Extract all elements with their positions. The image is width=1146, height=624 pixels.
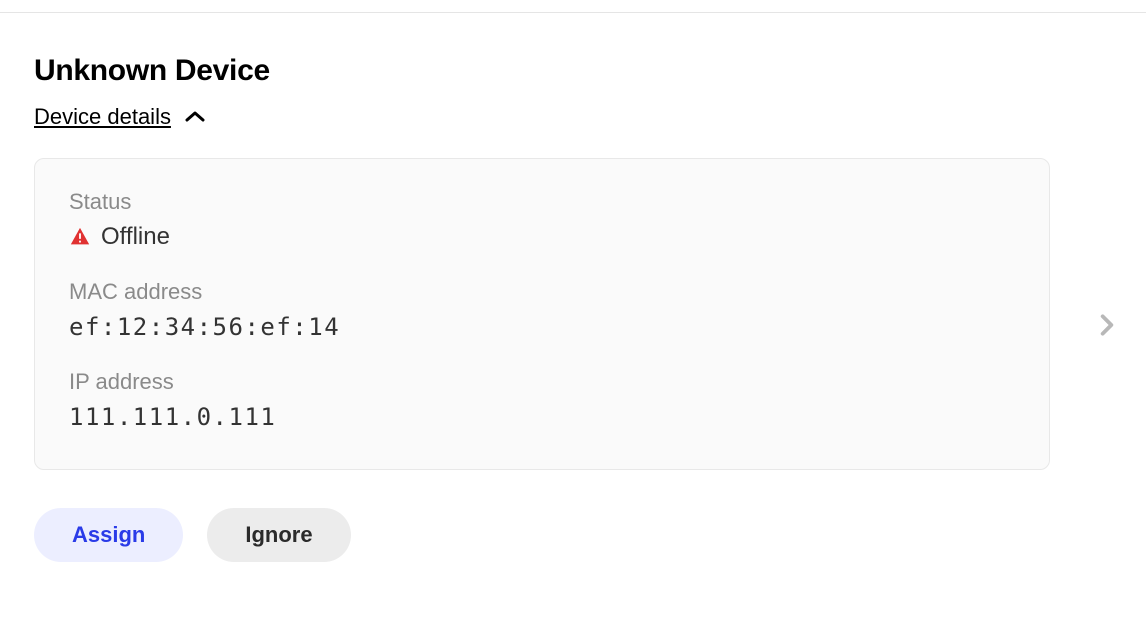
ip-value: 111.111.0.111: [69, 403, 1015, 431]
action-buttons: Assign Ignore: [34, 508, 1112, 562]
mac-label: MAC address: [69, 279, 1015, 305]
status-label: Status: [69, 189, 1015, 215]
status-field: Status Offline: [69, 189, 1015, 251]
ip-field: IP address 111.111.0.111: [69, 369, 1015, 431]
status-value: Offline: [101, 223, 170, 251]
device-section: Unknown Device Device details Status Off…: [0, 0, 1146, 562]
warning-icon: [69, 226, 91, 248]
ignore-button[interactable]: Ignore: [207, 508, 350, 562]
mac-value: ef:12:34:56:ef:14: [69, 313, 1015, 341]
ip-label: IP address: [69, 369, 1015, 395]
assign-button[interactable]: Assign: [34, 508, 183, 562]
details-toggle[interactable]: Device details: [34, 104, 205, 130]
details-toggle-label: Device details: [34, 104, 171, 130]
chevron-up-icon: [185, 110, 205, 124]
device-title: Unknown Device: [34, 54, 1112, 88]
details-card: Status Offline MAC address ef:12:34:56:e…: [34, 158, 1050, 470]
next-device-button[interactable]: [1094, 312, 1120, 338]
mac-field: MAC address ef:12:34:56:ef:14: [69, 279, 1015, 341]
